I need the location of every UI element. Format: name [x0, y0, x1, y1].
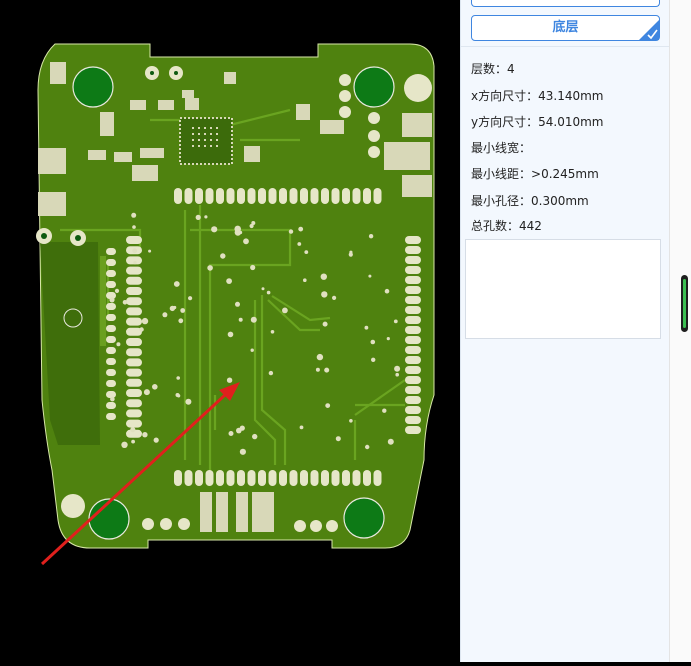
top-layer-button[interactable]: [471, 0, 660, 7]
info-layer-count: 层数：4: [471, 62, 515, 76]
bottom-connector: [200, 492, 274, 532]
scrollbar-thumb[interactable]: [681, 275, 688, 332]
info-min-trace-spacing: 最小线距：>0.245mm: [471, 167, 599, 181]
info-x-size: x方向尺寸：43.140mm: [471, 89, 604, 103]
board-info-panel: 底层 层数：4 x方向尺寸：43.140mm y方向尺寸：54.010mm 最小…: [460, 0, 670, 662]
ground-plane-strip: [100, 256, 106, 346]
bottom-layer-button[interactable]: 底层: [471, 15, 660, 41]
ic-chip: [179, 117, 233, 165]
pcb-board-render: [36, 43, 435, 566]
info-y-size: y方向尺寸：54.010mm: [471, 115, 604, 129]
check-icon: [639, 20, 659, 40]
info-min-trace-width: 最小线宽：: [471, 141, 532, 155]
bottom-layer-label: 底层: [552, 20, 579, 35]
notes-textarea[interactable]: [465, 239, 661, 339]
info-min-hole-size: 最小孔径：0.300mm: [471, 194, 589, 208]
panel-divider: [461, 46, 670, 47]
info-total-holes: 总孔数：442: [471, 219, 542, 233]
vertical-scrollbar[interactable]: [669, 0, 691, 662]
pcb-viewer[interactable]: [0, 0, 460, 662]
